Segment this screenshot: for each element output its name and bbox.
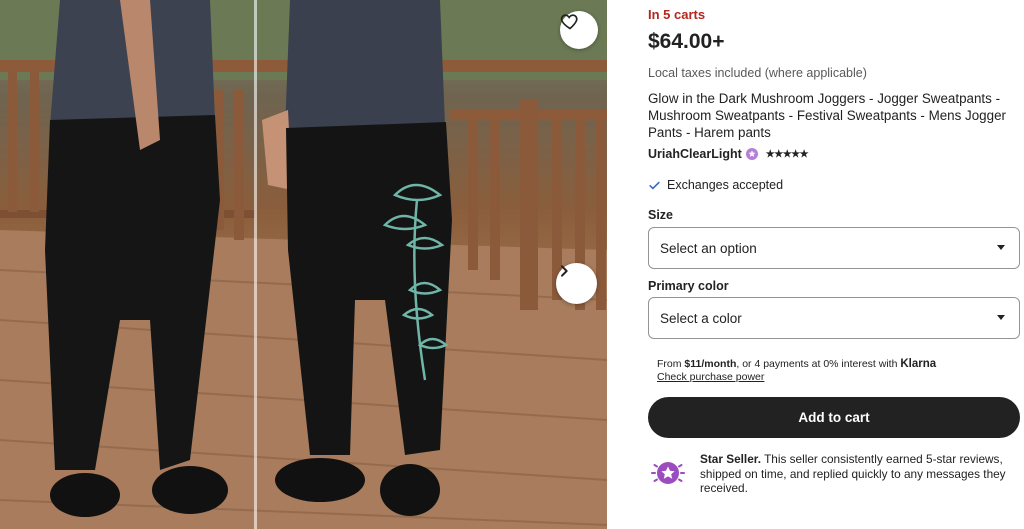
rating-stars[interactable]: ★★★★★ — [766, 149, 809, 160]
heart-icon — [560, 14, 578, 30]
star-seller-text: Star Seller. This seller consistently ea… — [700, 452, 1020, 496]
exchanges-row: Exchanges accepted — [648, 178, 783, 192]
price: $64.00+ — [648, 30, 725, 53]
in-carts-notice: In 5 carts — [648, 7, 706, 22]
caret-down-icon — [997, 315, 1005, 320]
product-title: Glow in the Dark Mushroom Joggers - Jogg… — [648, 91, 1006, 140]
star-seller-title: Star Seller. — [700, 452, 761, 466]
chevron-right-icon — [561, 265, 568, 277]
taxes-note: Local taxes included (where applicable) — [648, 66, 867, 80]
primary-color-label: Primary color — [648, 279, 729, 293]
next-image-button[interactable] — [556, 263, 597, 304]
klarna-amount: $11/month — [684, 358, 737, 370]
color-select-value: Select a color — [660, 310, 742, 326]
klarna-financing: From $11/month, or 4 payments at 0% inte… — [657, 358, 936, 384]
check-icon — [649, 181, 660, 189]
star-seller-info: Star Seller. This seller consistently ea… — [650, 452, 1020, 496]
favorite-button[interactable] — [560, 11, 598, 49]
product-photo — [0, 0, 607, 529]
product-info-panel: In 5 carts $64.00+ Local taxes included … — [648, 0, 1020, 529]
check-purchase-power-link[interactable]: Check purchase power — [657, 371, 936, 384]
seller-row: UriahClearLight ★★★★★ — [648, 147, 809, 161]
add-to-cart-button[interactable]: Add to cart — [648, 397, 1020, 438]
size-select[interactable]: Select an option — [648, 227, 1020, 269]
size-select-value: Select an option — [660, 240, 757, 256]
exchanges-text: Exchanges accepted — [667, 178, 784, 192]
size-label: Size — [648, 208, 674, 222]
star-seller-badge-icon — [651, 462, 685, 484]
caret-down-icon — [997, 245, 1005, 250]
klarna-middle: , or 4 payments at 0% interest with — [736, 358, 901, 370]
product-image-gallery[interactable] — [0, 0, 607, 529]
primary-color-select[interactable]: Select a color — [648, 297, 1020, 339]
star-seller-small-icon — [745, 148, 758, 160]
klarna-logo: Klarna — [900, 358, 937, 370]
klarna-prefix: From — [657, 358, 685, 370]
shop-name-link[interactable]: UriahClearLight — [648, 147, 742, 161]
